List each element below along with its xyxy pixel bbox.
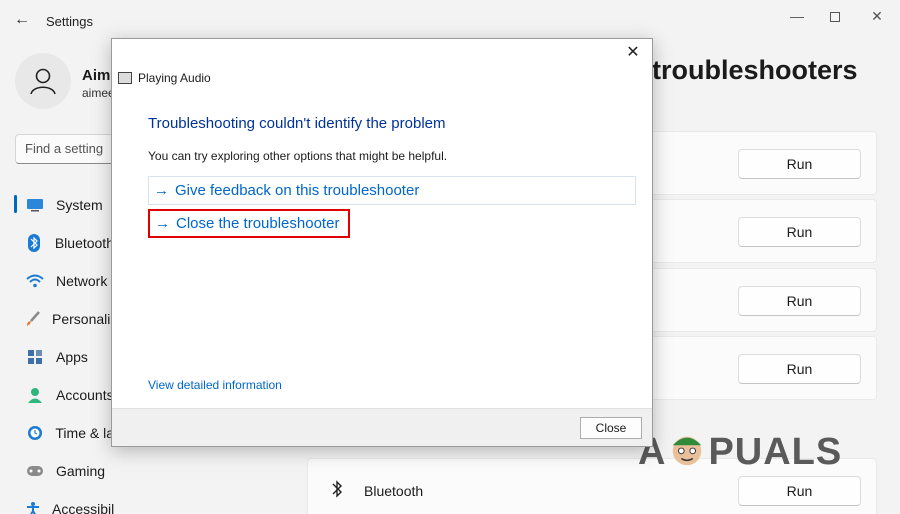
watermark: A PUALS: [638, 430, 842, 474]
sidebar-item-label: Network: [56, 273, 108, 289]
troubleshooter-app-icon: [118, 72, 132, 84]
sidebar-item-label: Apps: [56, 349, 88, 365]
controller-icon: [25, 461, 45, 481]
page-title: troubleshooters: [652, 55, 858, 85]
sidebar-item-label: System: [56, 197, 103, 213]
dialog-footer: Close: [112, 408, 652, 446]
close-troubleshooter-option[interactable]: → Close the troubleshooter: [148, 209, 350, 238]
run-button[interactable]: Run: [738, 286, 861, 316]
dialog-header: Playing Audio: [118, 71, 211, 85]
bluetooth-icon: [328, 479, 346, 501]
sidebar-item-apps[interactable]: Apps: [14, 338, 114, 376]
maximize-icon: [830, 12, 840, 23]
sidebar-item-bluetooth[interactable]: Bluetooth: [14, 224, 114, 262]
run-button[interactable]: Run: [738, 476, 861, 506]
maximize-button[interactable]: [824, 6, 846, 26]
troubleshooter-dialog: ✕ Playing Audio Troubleshooting couldn't…: [111, 38, 653, 447]
dialog-app-title: Playing Audio: [138, 71, 211, 85]
sidebar-item-accessibility[interactable]: Accessibility: [14, 490, 114, 514]
brush-icon: [25, 309, 41, 329]
arrow-right-icon: →: [154, 182, 169, 199]
sidebar-item-label: Gaming: [56, 463, 106, 479]
avatar[interactable]: [15, 53, 71, 109]
run-button[interactable]: Run: [738, 149, 861, 179]
title-bar: ← Settings — ✕: [0, 0, 900, 42]
option-label: Close the troubleshooter: [176, 215, 340, 232]
sidebar-item-network[interactable]: Network: [14, 262, 114, 300]
give-feedback-option[interactable]: → Give feedback on this troubleshooter: [148, 176, 636, 205]
person-icon: [30, 68, 56, 95]
minimize-button[interactable]: —: [786, 6, 808, 26]
dialog-close-button[interactable]: Close: [580, 417, 642, 439]
monitor-icon: [25, 195, 45, 215]
dialog-subtext: You can try exploring other options that…: [148, 149, 448, 163]
sidebar-item-time-language[interactable]: Time & la: [14, 414, 114, 452]
user-email: aimee: [82, 86, 115, 100]
run-button[interactable]: Run: [738, 354, 861, 384]
option-label: Give feedback on this troubleshooter: [175, 182, 420, 199]
troubleshooter-label: Bluetooth: [364, 483, 424, 499]
dialog-close-icon[interactable]: ✕: [624, 44, 642, 62]
sidebar-item-accounts[interactable]: Accounts: [14, 376, 114, 414]
sidebar-item-label: Personaliz: [52, 311, 114, 327]
search-input[interactable]: Find a setting: [15, 134, 120, 164]
clock-icon: [25, 423, 44, 443]
mascot-icon: [673, 436, 702, 466]
view-detailed-info-link[interactable]: View detailed information: [148, 378, 282, 392]
run-button[interactable]: Run: [738, 217, 861, 247]
sidebar-item-label: Accounts: [56, 387, 114, 403]
person-icon: [25, 385, 45, 405]
accessibility-icon: [25, 499, 41, 514]
sidebar-item-gaming[interactable]: Gaming: [14, 452, 114, 490]
back-arrow-icon[interactable]: ←: [12, 10, 32, 30]
sidebar-item-label: Bluetooth: [54, 235, 114, 251]
dialog-heading: Troubleshooting couldn't identify the pr…: [148, 115, 446, 132]
sidebar: System Bluetooth Network Personaliz Apps…: [14, 186, 114, 514]
apps-icon: [25, 347, 45, 367]
app-title: Settings: [46, 14, 93, 29]
bluetooth-icon: [25, 233, 44, 253]
close-window-button[interactable]: ✕: [866, 6, 888, 26]
sidebar-item-personalization[interactable]: Personaliz: [14, 300, 114, 338]
sidebar-item-label: Time & la: [55, 425, 114, 441]
sidebar-item-system[interactable]: System: [14, 186, 114, 224]
watermark-text: PUALS: [708, 431, 843, 473]
sidebar-item-label: Accessibility: [52, 501, 114, 514]
wifi-icon: [25, 271, 45, 291]
arrow-right-icon: →: [155, 215, 170, 232]
